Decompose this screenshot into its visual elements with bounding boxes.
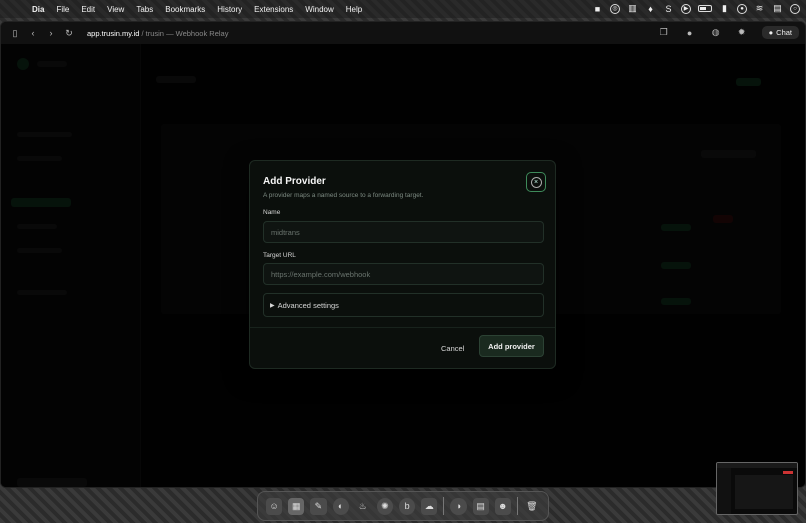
- thumb-accent: [783, 471, 793, 474]
- forward-icon[interactable]: ›: [45, 27, 57, 39]
- menu-window[interactable]: Window: [305, 5, 333, 14]
- wifi-icon[interactable]: ≋: [754, 3, 765, 14]
- battery-icon[interactable]: [698, 5, 712, 12]
- openai-app-icon[interactable]: ✺: [376, 497, 394, 515]
- menu-app-name[interactable]: Dia: [32, 5, 44, 14]
- thumb-panel: [735, 475, 793, 509]
- disclosure-triangle-icon: ▶: [270, 302, 275, 309]
- menu-bar: Dia File Edit View Tabs Bookmarks Histor…: [0, 0, 806, 18]
- user-tray-icon[interactable]: ●: [737, 3, 747, 14]
- url-host: app.trusin.my.id: [87, 28, 140, 38]
- target-url-input[interactable]: [263, 263, 544, 285]
- people-app-icon[interactable]: ☻: [494, 497, 511, 515]
- s-app-tray-icon[interactable]: S: [663, 3, 674, 14]
- menu-bookmarks[interactable]: Bookmarks: [165, 5, 205, 14]
- cookie-icon[interactable]: ●: [684, 27, 696, 39]
- dialog-subtitle: A provider maps a named source to a forw…: [263, 192, 424, 199]
- control-center-icon[interactable]: ▤: [772, 3, 783, 14]
- close-dialog-button[interactable]: ×: [526, 172, 546, 192]
- back-icon[interactable]: ‹: [27, 27, 39, 39]
- name-input[interactable]: [263, 221, 544, 243]
- name-label: Name: [263, 209, 281, 216]
- chat-bubble-icon: ●: [768, 28, 774, 37]
- menu-tabs[interactable]: Tabs: [136, 5, 153, 14]
- editor-app-icon[interactable]: ✎: [310, 497, 327, 515]
- finder-icon[interactable]: ☺: [266, 497, 283, 515]
- cancel-button[interactable]: Cancel: [435, 339, 470, 357]
- audio-tray-icon[interactable]: ▥: [627, 3, 638, 14]
- notes-app-icon[interactable]: ▦: [288, 497, 305, 515]
- menu-edit[interactable]: Edit: [81, 5, 95, 14]
- database-app-icon[interactable]: ▤: [472, 497, 489, 515]
- dock-separator: [516, 497, 518, 515]
- browser-toolbar: ▯ ‹ › ↻ app.trusin.my.id / trusin — Webh…: [1, 22, 805, 44]
- add-provider-button[interactable]: Add provider: [479, 335, 544, 357]
- chat-label: Chat: [776, 28, 792, 37]
- url-path: / trusin — Webhook Relay: [139, 28, 229, 38]
- chat-button[interactable]: ● Chat: [761, 26, 799, 39]
- target-tray-icon[interactable]: ◎: [610, 3, 620, 14]
- dialog-divider: [250, 327, 555, 328]
- target-url-label: Target URL: [263, 252, 296, 259]
- flame-app-icon[interactable]: ♨: [355, 498, 371, 515]
- trash-icon[interactable]: 🗑: [524, 498, 540, 515]
- menu-view[interactable]: View: [107, 5, 124, 14]
- status-tray: ■ ◎ ▥ ♦ S ▶ ▮ ● ≋ ▤ ○: [592, 3, 800, 14]
- sidebar-toggle-icon[interactable]: ▯: [9, 27, 21, 39]
- address-bar[interactable]: app.trusin.my.id / trusin — Webhook Rela…: [87, 29, 228, 38]
- dock-separator: [443, 497, 445, 515]
- cloud-app-icon[interactable]: ☁: [421, 497, 438, 515]
- menu-file[interactable]: File: [56, 5, 69, 14]
- toolbar-actions: ❐ ● ◍ ✹ ● Chat: [658, 26, 799, 39]
- dialog-title: Add Provider: [263, 176, 326, 187]
- settings-gear-icon[interactable]: ✹: [736, 27, 748, 39]
- browser-app-icon[interactable]: ◐: [332, 497, 349, 515]
- lock-tray-icon[interactable]: ▮: [719, 3, 730, 14]
- play-tray-icon[interactable]: ▶: [681, 3, 691, 14]
- advanced-settings-toggle[interactable]: ▶ Advanced settings: [263, 293, 544, 317]
- menu-help[interactable]: Help: [346, 5, 362, 14]
- add-provider-dialog: Add Provider A provider maps a named sou…: [249, 160, 556, 369]
- window-thumbnail-preview[interactable]: [716, 462, 798, 515]
- siri-icon[interactable]: ○: [790, 3, 800, 14]
- globe-icon[interactable]: ◍: [710, 27, 722, 39]
- menu-history[interactable]: History: [217, 5, 242, 14]
- close-icon: ×: [530, 176, 542, 188]
- dia-app-icon[interactable]: ◑: [450, 497, 467, 515]
- reload-icon[interactable]: ↻: [63, 27, 75, 39]
- thumb-sidebar: [717, 468, 731, 514]
- copy-icon[interactable]: ❐: [658, 27, 670, 39]
- dock: ☺ ▦ ✎ ◐ ♨ ✺ b ☁ ◑ ▤ ☻ 🗑: [257, 491, 549, 521]
- b-app-icon[interactable]: b: [399, 497, 416, 515]
- droplet-tray-icon[interactable]: ♦: [645, 3, 656, 14]
- menu-extensions[interactable]: Extensions: [254, 5, 293, 14]
- advanced-settings-label: Advanced settings: [277, 300, 339, 310]
- extension-tray-icon[interactable]: ■: [592, 3, 603, 14]
